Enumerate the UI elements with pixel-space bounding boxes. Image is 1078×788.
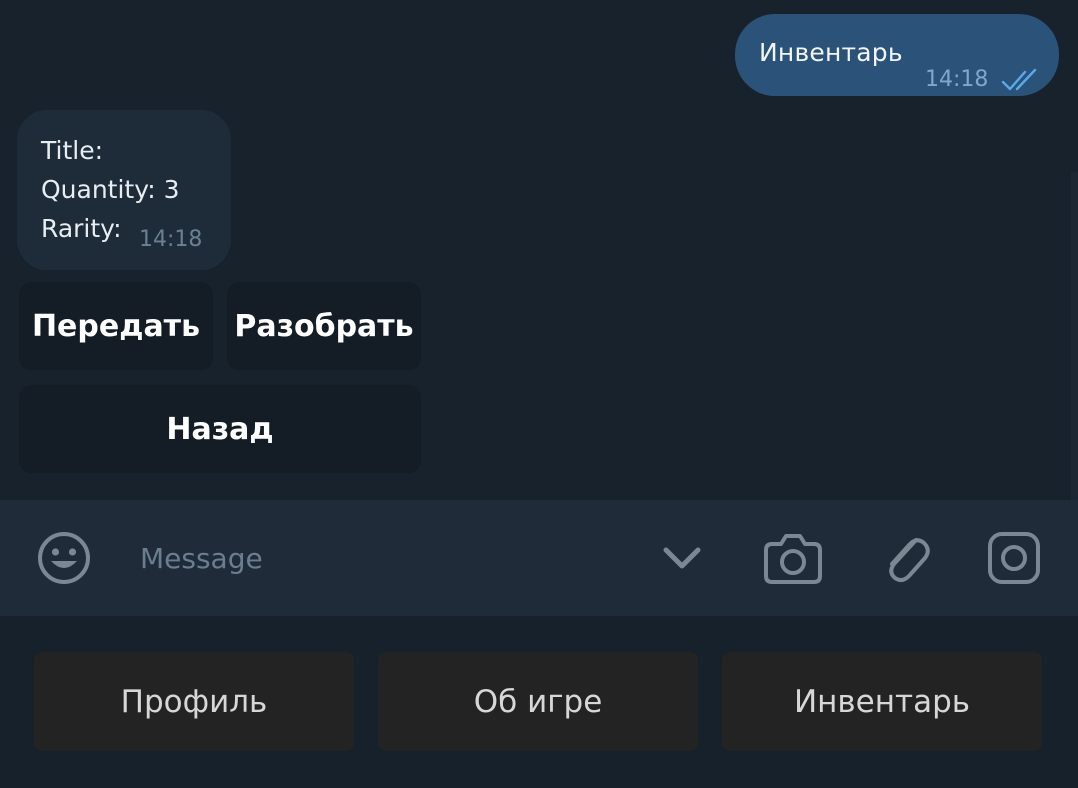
inline-button-disassemble[interactable]: Разобрать (227, 282, 421, 370)
inline-button-back[interactable]: Назад (19, 385, 421, 473)
message-input[interactable] (140, 530, 620, 586)
outgoing-message-time: 14:18 (925, 67, 989, 92)
incoming-message-line: Quantity: 3 (41, 175, 180, 204)
camera-icon[interactable] (762, 528, 824, 586)
chevron-down-icon[interactable] (660, 540, 704, 576)
incoming-message-line: Rarity: (41, 214, 122, 243)
reply-button-profile[interactable]: Профиль (34, 652, 354, 751)
reply-button-about-game[interactable]: Об игре (378, 652, 698, 751)
incoming-message[interactable]: Title: Quantity: 3 Rarity: 14:18 (17, 110, 231, 270)
inline-button-transfer[interactable]: Передать (19, 282, 213, 370)
chat-area[interactable]: Инвентарь 14:18 Title: Quantity: 3 Rarit… (0, 0, 1078, 500)
incoming-message-time: 14:18 (139, 227, 203, 252)
incoming-message-line: Title: (41, 136, 103, 165)
double-check-icon (1001, 68, 1037, 91)
chat-scrollbar[interactable] (1071, 172, 1078, 500)
paperclip-icon[interactable] (878, 526, 932, 588)
message-input-bar (0, 500, 1078, 616)
emoji-icon[interactable] (36, 530, 92, 586)
reply-keyboard: Профиль Об игре Инвентарь (0, 616, 1078, 788)
outgoing-message-text: Инвентарь (759, 38, 903, 67)
outgoing-message[interactable]: Инвентарь 14:18 (735, 14, 1059, 96)
reply-button-inventory[interactable]: Инвентарь (722, 652, 1042, 751)
instagram-icon[interactable] (986, 530, 1042, 586)
